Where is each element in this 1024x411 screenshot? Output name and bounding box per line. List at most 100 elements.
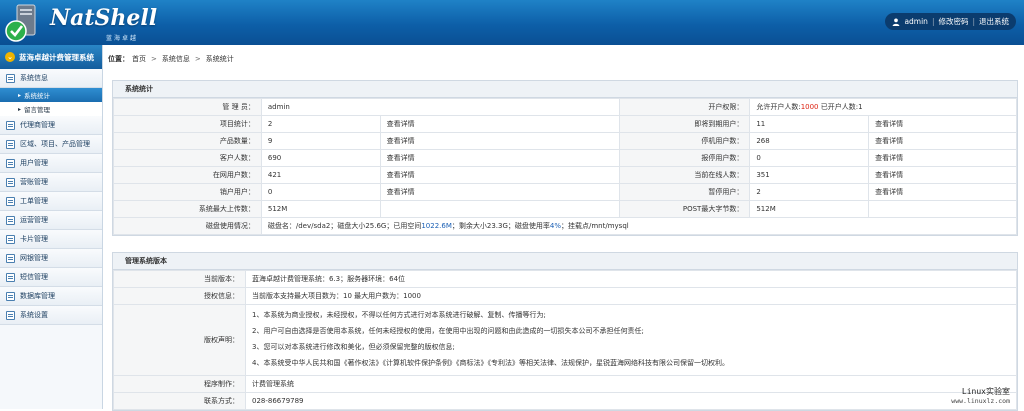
stat-value: 2: [749, 183, 870, 201]
user-icon: [893, 18, 900, 26]
sidebar-item-operations[interactable]: 运营管理: [0, 211, 102, 230]
separator: |: [931, 17, 935, 26]
perm-mid: 已开户人数:: [820, 103, 859, 111]
sidebar-item-label: 营账管理: [20, 178, 48, 186]
stat-value: 0: [749, 149, 870, 167]
contact-label: 联系方式：: [113, 392, 246, 410]
watermark: Linux实验室 www.linuxlz.com: [951, 386, 1010, 405]
stat-value: 268: [749, 132, 870, 150]
stat-value: 421: [260, 166, 381, 184]
top-header: NatShell 蓝海卓越 admin | 修改密码 | 退出系统: [0, 0, 1024, 45]
sidebar-subitem-stats[interactable]: ▸ 系统统计: [0, 88, 102, 102]
stat-value: 2: [260, 115, 381, 133]
sidebar-title-label: 蓝海卓越计费管理系统: [19, 52, 94, 62]
perm-used: 1: [858, 103, 863, 111]
sidebar-item-agents[interactable]: 代理商管理: [0, 116, 102, 135]
sidebar-item-billing[interactable]: 营账管理: [0, 173, 102, 192]
stat-label: 当前在线人数：: [619, 166, 751, 184]
sidebar-item-label: 工单管理: [20, 197, 48, 205]
stats-table: 管 理 员： admin 开户权限： 允许开户人数:1000 已开户人数:1 项…: [113, 98, 1018, 235]
list-icon: [6, 177, 15, 187]
watermark-line2: www.linuxlz.com: [951, 397, 1010, 405]
username: admin: [904, 17, 928, 26]
sidebar-item-label: 用户管理: [20, 159, 48, 167]
change-password-link[interactable]: 修改密码: [938, 16, 968, 27]
detail-link[interactable]: 查看详情: [379, 149, 621, 167]
list-icon: [6, 291, 15, 301]
stat-value: 11: [749, 115, 870, 133]
sidebar-item-label: 数据库管理: [20, 292, 55, 300]
sidebar-item-system-info[interactable]: 系统信息: [0, 69, 102, 88]
detail-link[interactable]: 查看详情: [868, 115, 1017, 133]
sidebar-item-sms[interactable]: 短信管理: [0, 268, 102, 287]
table-row: 版权声明： 1、本系统为商业授权，未经授权，不得以任何方式进行对本系统进行破解、…: [113, 304, 1017, 376]
detail-link[interactable]: 查看详情: [868, 132, 1017, 150]
stat-label: 在网用户数：: [113, 166, 262, 184]
stat-label: 客户人数：: [113, 149, 262, 167]
sidebar-item-ebank[interactable]: 网银管理: [0, 249, 102, 268]
table-row: 在网用户数： 421 查看详情 当前在线人数： 351 查看详情: [113, 166, 1017, 184]
detail-link[interactable]: 查看详情: [379, 115, 621, 133]
version-value: 蓝海卓越计费管理系统：6.3；服务器环境：64位: [245, 270, 1017, 288]
stats-panel-title: 系统统计: [113, 81, 1017, 98]
breadcrumb-separator: >: [194, 54, 201, 63]
stat-label: 项目统计：: [113, 115, 262, 133]
detail-link[interactable]: 查看详情: [868, 166, 1017, 184]
admin-value: admin: [260, 98, 621, 116]
version-panel-title: 管理系统版本: [113, 253, 1017, 270]
sidebar-title: ⌄ 蓝海卓越计费管理系统: [0, 45, 102, 69]
sidebar-item-database[interactable]: 数据库管理: [0, 287, 102, 306]
stat-value: 0: [260, 183, 381, 201]
disk-value: 磁盘名：/dev/sda2；磁盘大小25.6G；已用空间1022.6M；剩余大小…: [260, 217, 1018, 235]
stats-panel: 系统统计 管 理 员： admin 开户权限： 允许开户人数:1000 已开户人…: [112, 80, 1018, 236]
table-row: 磁盘使用情况： 磁盘名：/dev/sda2；磁盘大小25.6G；已用空间1022…: [113, 217, 1018, 235]
logout-link[interactable]: 退出系统: [979, 16, 1009, 27]
breadcrumb-current: 系统统计: [205, 54, 234, 63]
disk-post: ；挂载点/mnt/mysql: [561, 222, 629, 230]
sidebar-item-cards[interactable]: 卡片管理: [0, 230, 102, 249]
declaration-line: 4、本系统受中华人民共和国《著作权法》《计算机软件保护条例》《商标法》《专利法》…: [252, 359, 729, 367]
version-panel: 管理系统版本 当前版本： 蓝海卓越计费管理系统：6.3；服务器环境：64位 授权信…: [112, 252, 1018, 411]
sidebar-item-users[interactable]: 用户管理: [0, 154, 102, 173]
version-label: 当前版本：: [113, 270, 246, 288]
chevron-down-icon: ⌄: [5, 52, 15, 62]
table-row: 授权信息： 当前版本支持最大项目数为：10 最大用户数为：1000: [113, 287, 1017, 305]
table-row: 系统最大上传数： 512M POST最大字节数： 512M: [113, 200, 1017, 218]
list-icon: [6, 272, 15, 282]
list-icon: [6, 310, 15, 320]
version-table: 当前版本： 蓝海卓越计费管理系统：6.3；服务器环境：64位 授权信息： 当前版本支…: [113, 270, 1017, 410]
sidebar-item-workorders[interactable]: 工单管理: [0, 192, 102, 211]
list-icon: [6, 158, 15, 168]
perm-label: 开户权限：: [619, 98, 751, 116]
sidebar-item-label: 区域、项目、产品管理: [20, 140, 90, 148]
breadcrumb-system-info[interactable]: 系统信息: [162, 54, 190, 64]
sidebar-subitem-label: 系统统计: [24, 92, 51, 100]
sidebar-item-label: 网银管理: [20, 254, 48, 262]
user-bar: admin | 修改密码 | 退出系统: [885, 13, 1016, 30]
sidebar-item-settings[interactable]: 系统设置: [0, 306, 102, 325]
breadcrumb-home[interactable]: 首页: [132, 54, 146, 64]
table-row: 程序制作： 计费管理系统: [113, 375, 1017, 393]
breadcrumb-prefix: 位置：: [108, 54, 129, 63]
sidebar-subitem-messages[interactable]: ▸ 留言管理: [0, 102, 102, 116]
disk-mid: ；剩余大小23.3G；磁盘使用率: [451, 222, 550, 230]
detail-link[interactable]: 查看详情: [379, 166, 621, 184]
disk-label: 磁盘使用情况：: [113, 217, 262, 235]
detail-link[interactable]: 查看详情: [868, 149, 1017, 167]
list-icon: [6, 215, 15, 225]
perm-max: 1000: [800, 103, 819, 111]
list-icon: [6, 253, 15, 263]
upload-value: 512M: [260, 200, 381, 218]
detail-link[interactable]: 查看详情: [379, 183, 621, 201]
post-value: 512M: [749, 200, 870, 218]
main-content: 位置： 首页 > 系统信息 > 系统统计 系统统计 管 理 员： admin 开…: [104, 45, 1024, 411]
declaration-line: 1、本系统为商业授权，未经授权，不得以任何方式进行对本系统进行破解、复制、传播等…: [252, 311, 546, 319]
detail-link[interactable]: 查看详情: [868, 183, 1017, 201]
sidebar-item-region-project-product[interactable]: 区域、项目、产品管理: [0, 135, 102, 154]
detail-link[interactable]: 查看详情: [379, 132, 621, 150]
perm-pre: 允许开户人数:: [756, 103, 801, 111]
disk-pct: 4%: [549, 222, 561, 230]
sidebar-item-label: 运营管理: [20, 216, 48, 224]
producer-label: 程序制作：: [113, 375, 246, 393]
stat-value: 351: [749, 166, 870, 184]
